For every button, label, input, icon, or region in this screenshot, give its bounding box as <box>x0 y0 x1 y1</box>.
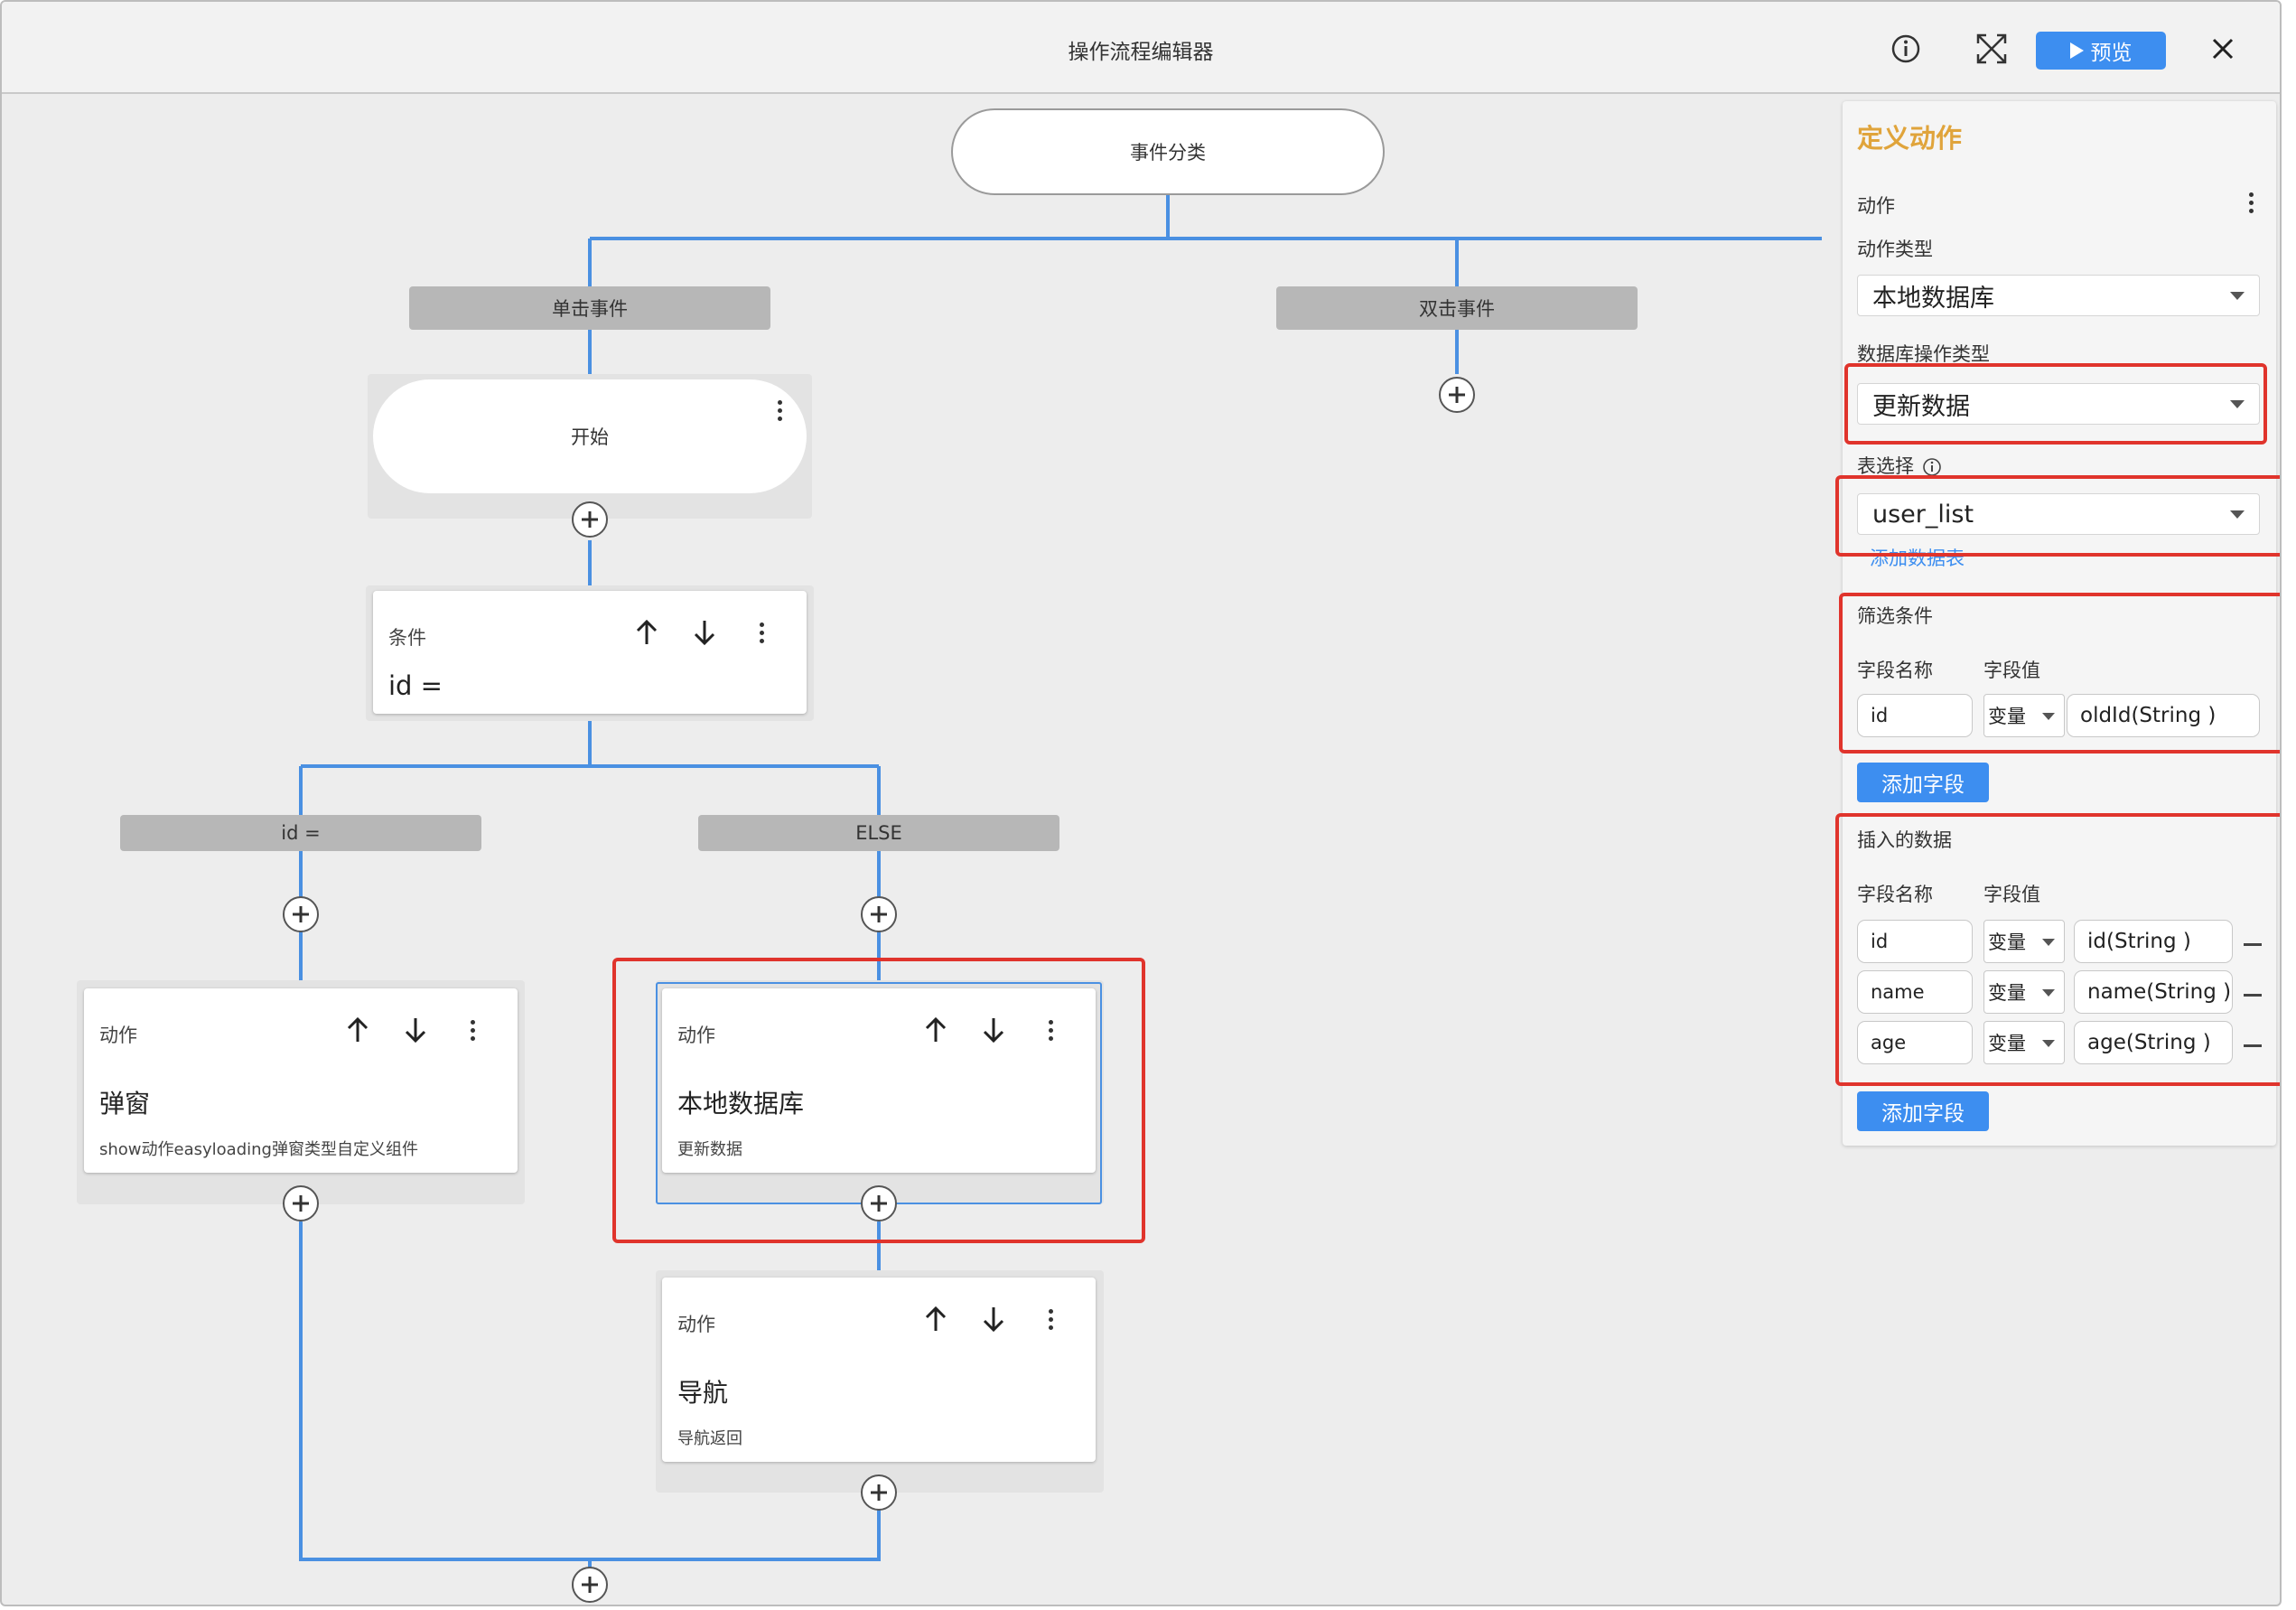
add-node-button[interactable] <box>861 1474 897 1511</box>
remove-row-icon[interactable] <box>2244 994 2262 997</box>
start-label: 开始 <box>571 426 609 448</box>
chevron-down-icon <box>2042 939 2055 946</box>
action-type-label: 动作类型 <box>1857 239 1933 260</box>
more-icon[interactable] <box>454 1012 490 1048</box>
insert-field-name-input[interactable]: name <box>1857 970 1973 1014</box>
action-card-db[interactable]: 动作 本地数据库 更新数据 <box>662 988 1096 1173</box>
action-desc: 导航返回 <box>677 1429 742 1448</box>
more-icon[interactable] <box>761 392 798 428</box>
add-table-link[interactable]: 添加数据表 <box>1870 544 1965 571</box>
action-label: 动作 <box>677 1025 715 1046</box>
panel-title: 定义动作 <box>1857 123 1963 154</box>
filter-value-type-select[interactable]: 变量 <box>1983 694 2065 737</box>
arrow-down-icon[interactable] <box>975 1301 1012 1337</box>
db-op-label: 数据库操作类型 <box>1857 343 1990 365</box>
remove-row-icon[interactable] <box>2244 1044 2262 1047</box>
more-icon[interactable] <box>743 614 779 651</box>
root-node[interactable]: 事件分类 <box>951 108 1385 195</box>
chevron-down-icon <box>2042 1040 2055 1047</box>
more-icon[interactable] <box>1032 1301 1069 1337</box>
chevron-down-icon <box>2230 510 2245 519</box>
table-label: 表选择 <box>1857 452 1942 479</box>
action-label: 动作 <box>99 1025 137 1046</box>
remove-row-icon[interactable] <box>2244 943 2262 946</box>
branch-else[interactable]: ELSE <box>698 815 1059 851</box>
action-title: 弹窗 <box>99 1089 151 1119</box>
arrow-up-icon[interactable] <box>340 1012 376 1048</box>
branch-condition-true[interactable]: id = <box>120 815 481 851</box>
add-field-button[interactable]: 添加字段 <box>1857 1091 1989 1131</box>
insert-value-type-select[interactable]: 变量 <box>1983 970 2065 1014</box>
action-card-popup[interactable]: 动作 弹窗 show动作easyloading弹窗类型自定义组件 <box>84 988 518 1173</box>
start-node[interactable]: 开始 <box>373 379 807 493</box>
insert-value-type-select[interactable]: 变量 <box>1983 920 2065 963</box>
action-title: 导航 <box>677 1378 729 1408</box>
insert-field-name-input[interactable]: id <box>1857 920 1973 963</box>
action-desc: show动作easyloading弹窗类型自定义组件 <box>99 1140 418 1159</box>
insert-field-value-input[interactable]: age(String ) <box>2074 1021 2233 1064</box>
insert-value-type-select[interactable]: 变量 <box>1983 1021 2065 1064</box>
condition-label: 条件 <box>388 627 426 649</box>
info-icon[interactable] <box>1922 457 1942 477</box>
insert-field-value-input[interactable]: name(String ) <box>2074 970 2233 1014</box>
insert-col-value: 字段值 <box>1983 884 2040 905</box>
condition-node[interactable]: 条件 id = <box>373 591 807 714</box>
add-node-button[interactable] <box>861 1185 897 1222</box>
arrow-down-icon[interactable] <box>686 614 723 651</box>
insert-value-type: 变量 <box>1988 931 2026 953</box>
arrow-down-icon[interactable] <box>975 1012 1012 1048</box>
arrow-up-icon[interactable] <box>918 1012 954 1048</box>
insert-value-type: 变量 <box>1988 1033 2026 1054</box>
db-op-value: 更新数据 <box>1872 392 1970 421</box>
table-select[interactable]: user_list <box>1857 493 2260 535</box>
filter-field-name-input[interactable]: id <box>1857 694 1973 737</box>
filter-col-value: 字段值 <box>1983 660 2040 681</box>
db-op-select[interactable]: 更新数据 <box>1857 383 2260 425</box>
insert-col-name: 字段名称 <box>1857 884 1933 905</box>
insert-field-value-input[interactable]: id(String ) <box>2074 920 2233 963</box>
chevron-down-icon <box>2042 713 2055 720</box>
branch-double-click[interactable]: 双击事件 <box>1276 286 1638 330</box>
table-label-text: 表选择 <box>1857 455 1914 477</box>
add-node-button[interactable] <box>572 1567 608 1603</box>
action-label: 动作 <box>677 1314 715 1335</box>
more-icon[interactable] <box>2233 184 2269 220</box>
chevron-down-icon <box>2230 292 2245 300</box>
action-label: 动作 <box>1857 195 1895 217</box>
insert-title: 插入的数据 <box>1857 829 1952 851</box>
action-config-panel: 定义动作 动作 动作类型 本地数据库 数据库操作类型 更新数据 表选择 user… <box>1843 101 2276 1146</box>
add-node-button[interactable] <box>572 501 608 538</box>
add-node-button[interactable] <box>1439 377 1475 413</box>
filter-field-value-input[interactable]: oldId(String ) <box>2067 694 2260 737</box>
flow-editor-dialog: 操作流程编辑器 预览 事件分类 单击事件 双击事件 开始 条件 id = id … <box>0 0 2282 1606</box>
add-node-button[interactable] <box>861 896 897 932</box>
more-icon[interactable] <box>1032 1012 1069 1048</box>
action-desc: 更新数据 <box>677 1140 742 1159</box>
insert-field-name-input[interactable]: age <box>1857 1021 1973 1064</box>
action-type-select[interactable]: 本地数据库 <box>1857 275 2260 316</box>
branch-click[interactable]: 单击事件 <box>409 286 770 330</box>
arrow-up-icon[interactable] <box>918 1301 954 1337</box>
chevron-down-icon <box>2230 400 2245 408</box>
action-type-value: 本地数据库 <box>1872 284 1994 313</box>
action-card-nav[interactable]: 动作 导航 导航返回 <box>662 1278 1096 1462</box>
arrow-down-icon[interactable] <box>397 1012 434 1048</box>
arrow-up-icon[interactable] <box>629 614 665 651</box>
add-node-button[interactable] <box>283 896 319 932</box>
chevron-down-icon <box>2042 989 2055 997</box>
add-node-button[interactable] <box>283 1185 319 1222</box>
condition-value: id = <box>388 670 443 701</box>
add-field-button[interactable]: 添加字段 <box>1857 763 1989 802</box>
filter-title: 筛选条件 <box>1857 605 1933 627</box>
filter-value-type: 变量 <box>1988 706 2026 727</box>
action-title: 本地数据库 <box>677 1089 805 1119</box>
insert-value-type: 变量 <box>1988 982 2026 1004</box>
filter-col-name: 字段名称 <box>1857 660 1933 681</box>
table-value: user_list <box>1872 500 1974 529</box>
